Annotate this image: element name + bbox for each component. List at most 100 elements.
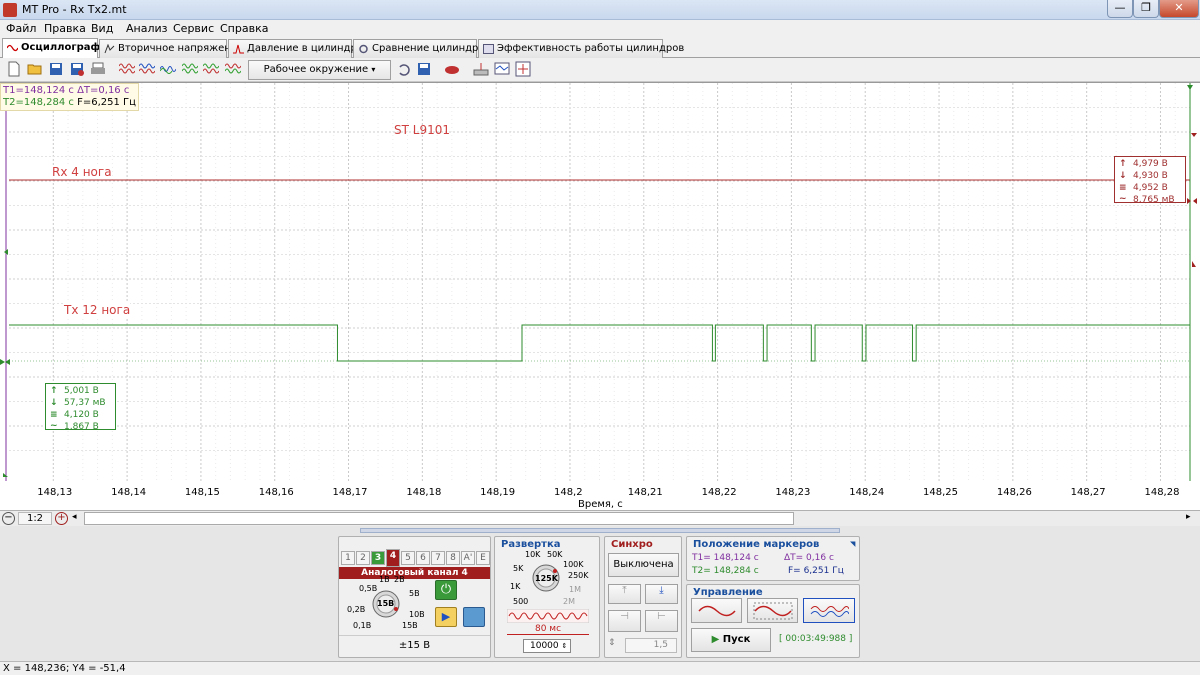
waves-down-icon[interactable] [203,61,219,77]
waves-green-icon[interactable] [182,61,198,77]
scroll-right-icon[interactable]: ▸ [1186,512,1196,525]
sync-post-icon[interactable]: ⊢ [645,610,678,632]
panel-splitter[interactable] [360,528,840,533]
menu-service[interactable]: Сервис [173,22,214,35]
mode-record-icon[interactable] [803,598,855,623]
sync-fall-icon[interactable]: ⤓ [645,584,678,604]
play-channel-icon[interactable]: ▶ [435,607,457,627]
sync-mode-button[interactable]: Выключена [608,553,679,577]
channel-tab-7[interactable]: 7 [431,551,445,565]
menu-edit[interactable]: Правка [44,22,86,35]
undo-icon[interactable] [396,61,412,77]
control-area: 1 2 3 4 5 6 7 8̄ A' E Аналоговый канал 4 0,5В 1В … [0,526,1200,661]
fit-icon[interactable] [515,61,531,77]
marker-t2: T2= 148,284 с [692,566,759,576]
tab-secondary-voltage[interactable]: Вторичное напряжение [99,39,243,58]
menu-file[interactable]: Файл [6,22,36,35]
waves-icon[interactable] [119,61,135,77]
max-icon: ↑ [1119,159,1127,169]
scroll-thumb[interactable] [84,512,794,525]
channel-tab-9[interactable]: A' [461,551,475,565]
new-file-icon[interactable] [6,61,22,77]
zoom-in-icon[interactable]: + [55,512,68,525]
channel-tab-5[interactable]: 5 [401,551,415,565]
status-bar: X = 148,236; Y4 = -51,4 [0,661,1200,675]
close-button[interactable]: ✕ [1159,0,1199,18]
menu-help[interactable]: Справка [220,22,268,35]
elapsed-timer: [ 00:03:49:988 ] [779,634,853,644]
channel-tab-1[interactable]: 1 [341,551,355,565]
mode-continuous-icon[interactable] [747,598,798,623]
marker-f: F= 6,251 Гц [788,566,844,576]
open-folder-icon[interactable] [27,61,43,77]
tab-label: Давление в цилиндре [247,43,363,54]
power-icon[interactable]: ⏻ [435,580,457,600]
channel-tab-3[interactable]: 3 [371,551,385,565]
tab-oscilloscope[interactable]: Осциллограф [2,38,101,58]
sweep-panel: Развертка 10K 50K 5K 100K 1K 250K 500 2M… [494,536,600,658]
start-button[interactable]: ▶ Пуск [691,628,771,652]
mode-single-icon[interactable] [691,598,742,623]
channel-tab-4[interactable]: 4 [386,549,400,567]
min-icon: ↓ [1119,171,1127,181]
x-tick-label: 148,13 [37,487,73,498]
sweep-label: 1M [569,585,581,594]
horizontal-scrollbar[interactable]: − 1:2 + ◂ ▸ [0,510,1200,526]
restore-button[interactable]: ❐ [1133,0,1159,18]
waves-compare-icon[interactable] [139,61,155,77]
channel-panel: 1 2 3 4 5 6 7 8̄ A' E Аналоговый канал 4 0,5В 1В … [338,536,491,658]
app-icon [3,3,17,17]
tab-label: Осциллограф [21,42,101,53]
save-as-icon[interactable] [69,61,85,77]
rx-level-icon [1187,198,1197,204]
save-icon[interactable] [48,61,64,77]
spark-icon [104,44,115,54]
menu-analysis[interactable]: Анализ [126,22,168,35]
eraser-icon[interactable] [444,61,460,77]
channel-tab-8[interactable]: 8̄ [446,551,460,565]
x-tick-label: 148,14 [111,487,147,498]
environment-dropdown[interactable]: Рабочее окружение ▾ [248,60,391,80]
x-tick-label: 148,23 [775,487,811,498]
tab-cylinder-efficiency[interactable]: Эффективность работы цилиндров [478,39,684,58]
channel-tab-6[interactable]: 6 [416,551,430,565]
panel-expand-icon[interactable]: ◥ [850,540,855,548]
chip-label: ST L9101 [394,123,450,137]
sync-pre-icon[interactable]: ⊣ [608,610,641,632]
volt-knob-value: 15В [377,599,395,608]
menu-view[interactable]: Вид [91,22,113,35]
waves-overlay-icon[interactable] [160,61,176,77]
sync-rise-icon[interactable]: ⤒ [608,584,641,604]
x-tick-label: 148,18 [406,487,442,498]
save-environment-icon[interactable] [416,61,432,77]
channel-tab-10[interactable]: E [476,551,490,565]
rx-scale-icon [1192,261,1196,267]
print-icon[interactable] [90,61,106,77]
oscilloscope-plot[interactable] [9,83,1190,481]
screen-icon[interactable] [494,61,510,77]
x-tick-label: 148,21 [627,487,663,498]
tx-level-icon [0,359,10,365]
minimize-button[interactable]: — [1107,0,1133,18]
calculator-icon[interactable] [463,607,485,627]
tab-cylinder-compare[interactable]: Сравнение цилиндров [353,39,490,58]
zoom-out-icon[interactable]: − [2,512,15,525]
sync-level-icon: ⇕ [608,638,616,648]
sync-level-input[interactable]: 1,5 [625,638,677,653]
oscilloscope-view[interactable]: T1=148,124 с ΔT=0,16 с T2=148,284 с F=6,… [0,82,1200,510]
tab-cylinder-pressure[interactable]: Давление в цилиндре [228,39,363,58]
pressure-icon [233,44,244,54]
sweep-label: 5K [513,564,524,573]
x-tick-label: 148,2 [553,487,583,498]
points-stepper[interactable]: 10000 ⇕ [523,639,571,653]
left-channel-markers [0,83,10,481]
waves-up-icon[interactable] [225,61,241,77]
x-tick-label: 148,24 [849,487,885,498]
x-tick-label: 148,16 [258,487,294,498]
tx-max: 5,001 В [64,386,99,396]
scroll-left-icon[interactable]: ◂ [72,512,82,525]
channel-tab-2[interactable]: 2 [356,551,370,565]
sine-icon [7,44,18,52]
cursor-info-box: T1=148,124 с ΔT=0,16 с T2=148,284 с F=6,… [0,83,139,111]
marker-settings-icon[interactable] [473,61,489,77]
